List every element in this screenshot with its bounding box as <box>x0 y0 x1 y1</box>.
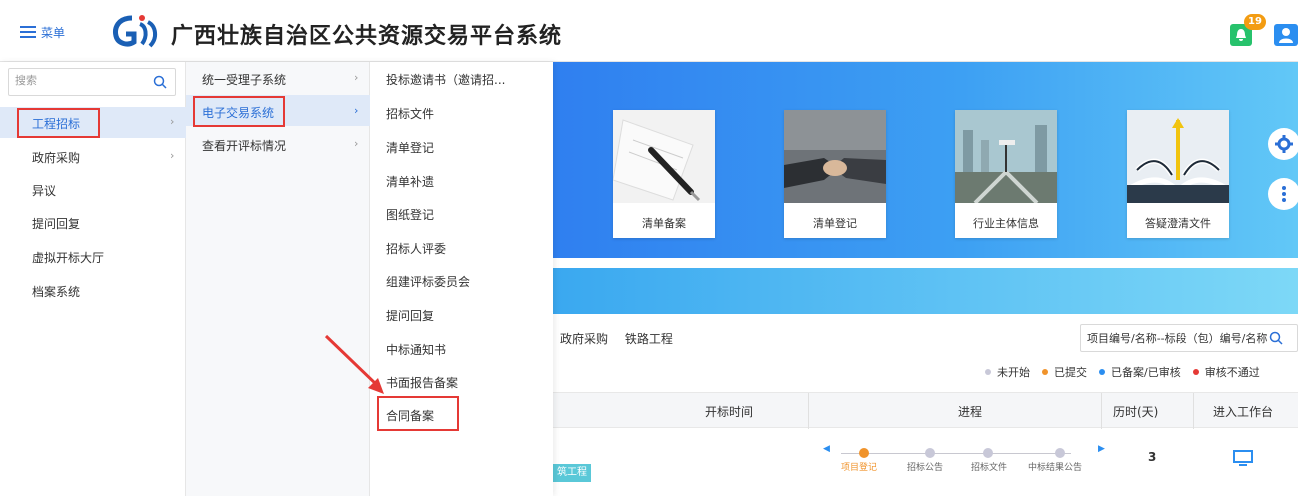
legend-item: 已备案/已审核 <box>1099 364 1181 380</box>
step-label: 招标公告 <box>907 463 944 473</box>
chevron-right-icon: › <box>354 137 359 150</box>
arrows-paths-image <box>1127 110 1229 203</box>
col-header-workbench: 进入工作台 <box>1213 405 1274 419</box>
menu-item-tiwen-huifu[interactable]: 提问回复 <box>386 307 434 324</box>
menu-item-toubiao-yaoqingshu[interactable]: 投标邀请书（邀请招... <box>386 71 505 88</box>
more-options-button[interactable] <box>1268 178 1298 210</box>
menu-item-chakan-kaipingbiao[interactable]: 查看开评标情况 <box>202 137 286 154</box>
search-icon[interactable] <box>153 75 167 89</box>
menu-item-qingdan-dengji[interactable]: 清单登记 <box>386 139 434 156</box>
col-header-kaibiao-time: 开标时间 <box>705 405 754 419</box>
card-label: 答疑澄清文件 <box>1145 217 1211 230</box>
site-title: 广西壮族自治区公共资源交易平台系统 <box>171 24 563 49</box>
menu-item-zhongbiao-tongzhi[interactable]: 中标通知书 <box>386 341 446 358</box>
crossroads-image <box>955 110 1057 203</box>
col-header-days: 历时(天) <box>1113 405 1159 419</box>
menu-level2: 统一受理子系统 › 电子交易系统 › 查看开评标情况 › <box>186 62 370 496</box>
card-qingdan-dengji[interactable]: 清单登记 <box>784 110 886 238</box>
menu-item-qingdan-buyi[interactable]: 清单补遗 <box>386 173 434 190</box>
progress-tracker: ◀ 项目登记 招标公告 招标文件 中标结果公告 ▶ <box>823 440 1105 480</box>
vertical-dots-icon <box>1282 186 1286 202</box>
document-pen-image <box>613 110 715 203</box>
highlight-box-dianzi-jiaoyi <box>193 96 285 127</box>
chevron-right-icon: › <box>170 115 175 128</box>
menu-toggle-button[interactable]: 菜单 <box>20 22 65 42</box>
menu-item-yiyi[interactable]: 异议 <box>32 182 56 199</box>
tab-tielu-gongcheng[interactable]: 铁路工程 <box>625 332 673 346</box>
menu-search-box <box>8 68 176 96</box>
decorative-strip <box>553 268 1298 314</box>
status-legend: 未开始 已提交 已备案/已审核 审核不通过 <box>985 364 1272 380</box>
step-dot <box>859 448 869 458</box>
menu-item-zhaobiao-wenjian[interactable]: 招标文件 <box>386 105 434 122</box>
legend-item: 未开始 <box>985 364 1030 380</box>
chevron-right-icon: › <box>354 104 359 117</box>
handshake-image <box>784 110 886 203</box>
platform-logo <box>113 15 157 48</box>
step-dot <box>1055 448 1065 458</box>
card-label: 行业主体信息 <box>973 217 1039 230</box>
user-avatar-icon[interactable] <box>1274 24 1298 46</box>
card-hangye-zhuti[interactable]: 行业主体信息 <box>955 110 1057 238</box>
workbench-monitor-icon[interactable] <box>1233 450 1253 466</box>
project-search-box <box>1080 324 1298 352</box>
menu-item-shumian-baogao[interactable]: 书面报告备案 <box>386 374 458 391</box>
chevron-right-icon: › <box>170 149 175 162</box>
search-icon[interactable] <box>1269 331 1283 345</box>
menu-item-dangan[interactable]: 档案系统 <box>32 283 80 300</box>
progress-next-arrow[interactable]: ▶ <box>1098 444 1105 454</box>
gear-icon <box>1275 135 1293 153</box>
hamburger-icon <box>20 26 36 38</box>
chevron-right-icon: › <box>354 71 359 84</box>
step-dot <box>983 448 993 458</box>
legend-item: 已提交 <box>1042 364 1087 380</box>
project-type-tag: 筑工程 <box>553 464 591 482</box>
menu-search-input[interactable] <box>15 74 145 87</box>
highlight-box-hetong-beian <box>377 396 459 431</box>
menu-item-zujian-pingbiao[interactable]: 组建评标委员会 <box>386 273 470 290</box>
step-label: 招标文件 <box>971 463 1008 473</box>
project-search-input[interactable] <box>1087 331 1267 345</box>
notification-count-badge: 19 <box>1244 14 1266 30</box>
category-tabs: 政府采购 铁路工程 <box>560 330 686 347</box>
menu-item-zhengfu-caigou[interactable]: 政府采购 <box>32 149 80 166</box>
settings-button[interactable] <box>1268 128 1298 160</box>
card-dayi-chengqing[interactable]: 答疑澄清文件 <box>1127 110 1229 238</box>
highlight-box-gongcheng <box>17 108 100 138</box>
legend-item: 审核不通过 <box>1192 364 1260 380</box>
tab-zhengfu-caigou[interactable]: 政府采购 <box>560 332 608 346</box>
card-qingdan-beian[interactable]: 清单备案 <box>613 110 715 238</box>
step-label: 项目登记 <box>841 463 878 473</box>
progress-prev-arrow[interactable]: ◀ <box>823 444 830 454</box>
card-label: 清单登记 <box>813 217 857 230</box>
top-bar: 菜单 广西壮族自治区公共资源交易平台系统 19 <box>0 0 1298 62</box>
menu-item-tiwen-huifu[interactable]: 提问回复 <box>32 215 80 232</box>
bell-icon <box>1236 29 1246 41</box>
menu-item-tongyi-shouli[interactable]: 统一受理子系统 <box>202 71 286 88</box>
menu-label: 菜单 <box>41 25 66 40</box>
step-dot <box>925 448 935 458</box>
step-label: 中标结果公告 <box>1028 463 1083 473</box>
col-header-progress: 进程 <box>958 405 983 419</box>
menu-item-tuzhi-dengji[interactable]: 图纸登记 <box>386 206 434 223</box>
annotation-arrow-icon <box>324 334 384 394</box>
elapsed-days: 3 <box>1148 450 1157 464</box>
table-row: 筑工程 ◀ 项目登记 招标公告 招标文件 中标结果公告 ▶ 3 <box>553 428 1298 496</box>
table-header: 开标时间 进程 历时(天) 进入工作台 <box>553 392 1298 429</box>
menu-item-zhaobiaoren-pingwei[interactable]: 招标人评委 <box>386 240 446 257</box>
menu-item-xuni-kaibiao[interactable]: 虚拟开标大厅 <box>32 249 104 266</box>
card-label: 清单备案 <box>642 217 686 230</box>
